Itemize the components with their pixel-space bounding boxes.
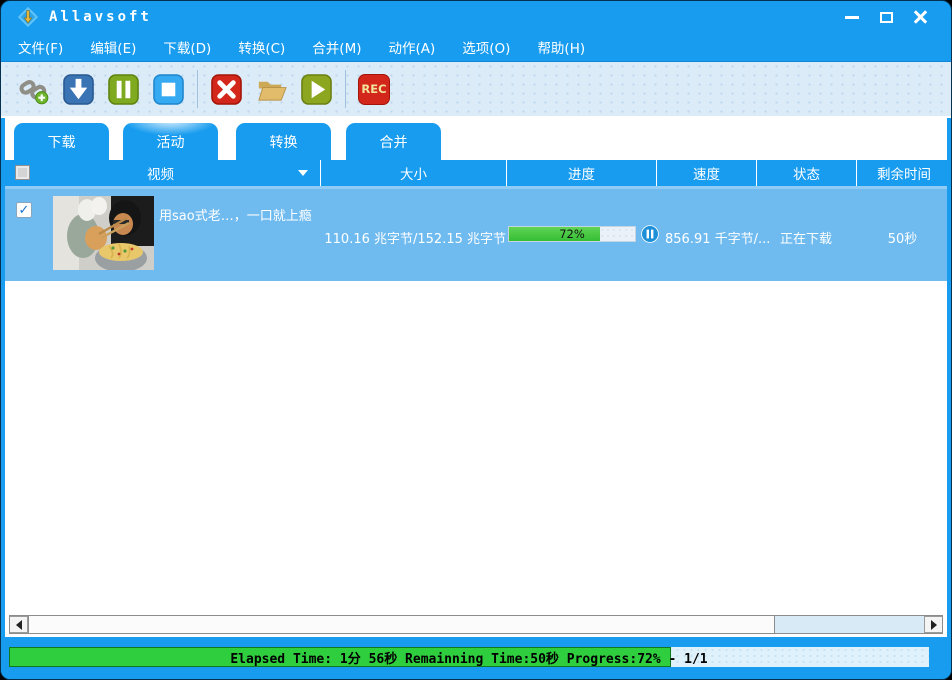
status-bar: Elapsed Time: 1分 56秒 Remainning Time:50秒… xyxy=(1,637,951,679)
menu-help[interactable]: 帮助(H) xyxy=(528,34,594,60)
open-folder-button[interactable] xyxy=(256,74,287,105)
column-label: 大小 xyxy=(400,163,427,183)
add-download-link-button[interactable] xyxy=(18,74,49,105)
download-list: ✓ 用sao式老…，一口就上瘾 110.1 xyxy=(1,186,951,613)
start-download-button[interactable] xyxy=(63,74,94,105)
tab-strip: 下载 活动 转换 合并 xyxy=(1,118,951,160)
tab-merge[interactable]: 合并 xyxy=(346,123,441,160)
delete-task-button[interactable] xyxy=(211,74,242,105)
stop-download-button[interactable] xyxy=(153,74,184,105)
scroll-right-button[interactable] xyxy=(924,616,942,633)
download-row[interactable]: ✓ 用sao式老…，一口就上瘾 110.1 xyxy=(5,186,947,281)
allavsoft-window: Allavsoft 文件(F) 编辑(E) 下载(D) 转换(C) 合并(M) … xyxy=(0,0,952,680)
column-video[interactable]: 视频 xyxy=(1,160,321,186)
download-size: 110.16 兆字节/152.15 兆字节 xyxy=(321,228,506,247)
title-bar: Allavsoft xyxy=(1,1,951,33)
row-progress-label: 72% xyxy=(509,227,635,241)
tab-download[interactable]: 下载 xyxy=(14,123,109,160)
select-all-checkbox[interactable] xyxy=(15,165,30,180)
arrow-left-icon xyxy=(16,620,22,630)
close-button[interactable] xyxy=(903,5,937,29)
remaining-time: 50秒 xyxy=(856,228,949,247)
maximize-icon xyxy=(880,12,893,23)
row-progress-bar: 72% xyxy=(508,226,636,242)
video-thumbnail xyxy=(53,196,154,270)
pause-task-icon[interactable] xyxy=(641,225,659,243)
column-label: 视频 xyxy=(147,163,174,183)
status-badge: 正在下载 xyxy=(756,228,856,247)
menu-download[interactable]: 下载(D) xyxy=(154,34,220,60)
menu-edit[interactable]: 编辑(E) xyxy=(81,34,145,60)
column-status[interactable]: 状态 xyxy=(757,160,857,186)
menu-options[interactable]: 选项(O) xyxy=(453,34,519,60)
column-label: 剩余时间 xyxy=(877,163,931,183)
scrollbar-strip xyxy=(1,613,951,637)
video-title: 用sao式老…，一口就上瘾 xyxy=(159,205,312,224)
window-title: Allavsoft xyxy=(49,9,152,25)
toolbar: REC xyxy=(1,61,951,118)
play-media-button[interactable] xyxy=(301,74,332,105)
column-progress[interactable]: 进度 xyxy=(507,160,657,186)
menu-file[interactable]: 文件(F) xyxy=(9,34,72,60)
scrollbar-thumb[interactable] xyxy=(28,616,775,633)
minimize-button[interactable] xyxy=(835,5,869,29)
arrow-right-icon xyxy=(931,620,937,630)
tab-convert[interactable]: 转换 xyxy=(236,123,331,160)
column-remaining-time[interactable]: 剩余时间 xyxy=(857,160,951,186)
pause-download-button[interactable] xyxy=(108,74,139,105)
close-icon xyxy=(913,10,927,24)
chevron-down-icon[interactable] xyxy=(298,170,308,176)
menu-action[interactable]: 动作(A) xyxy=(379,34,444,60)
column-label: 进度 xyxy=(568,163,595,183)
toolbar-separator xyxy=(345,70,346,108)
column-label: 速度 xyxy=(693,163,720,183)
overall-progress-bar: Elapsed Time: 1分 56秒 Remainning Time:50秒… xyxy=(9,647,929,667)
menu-convert[interactable]: 转换(C) xyxy=(229,34,294,60)
column-speed[interactable]: 速度 xyxy=(657,160,757,186)
maximize-button[interactable] xyxy=(869,5,903,29)
tab-activity[interactable]: 活动 xyxy=(123,123,218,160)
toolbar-separator xyxy=(197,70,198,108)
check-icon: ✓ xyxy=(19,203,30,218)
column-size[interactable]: 大小 xyxy=(321,160,507,186)
download-speed: 856.91 千字节/... xyxy=(665,228,770,247)
menu-merge[interactable]: 合并(M) xyxy=(303,34,370,60)
horizontal-scrollbar[interactable] xyxy=(9,615,943,634)
menu-bar: 文件(F) 编辑(E) 下载(D) 转换(C) 合并(M) 动作(A) 选项(O… xyxy=(1,33,951,61)
scroll-left-button[interactable] xyxy=(10,616,28,633)
minimize-icon xyxy=(845,16,859,19)
row-checkbox[interactable]: ✓ xyxy=(16,202,32,218)
record-button[interactable]: REC xyxy=(358,74,390,105)
app-logo-icon xyxy=(17,6,39,28)
table-header: 视频 大小 进度 速度 状态 剩余时间 xyxy=(1,160,951,186)
column-label: 状态 xyxy=(793,163,820,183)
status-text: Elapsed Time: 1分 56秒 Remainning Time:50秒… xyxy=(9,647,929,667)
